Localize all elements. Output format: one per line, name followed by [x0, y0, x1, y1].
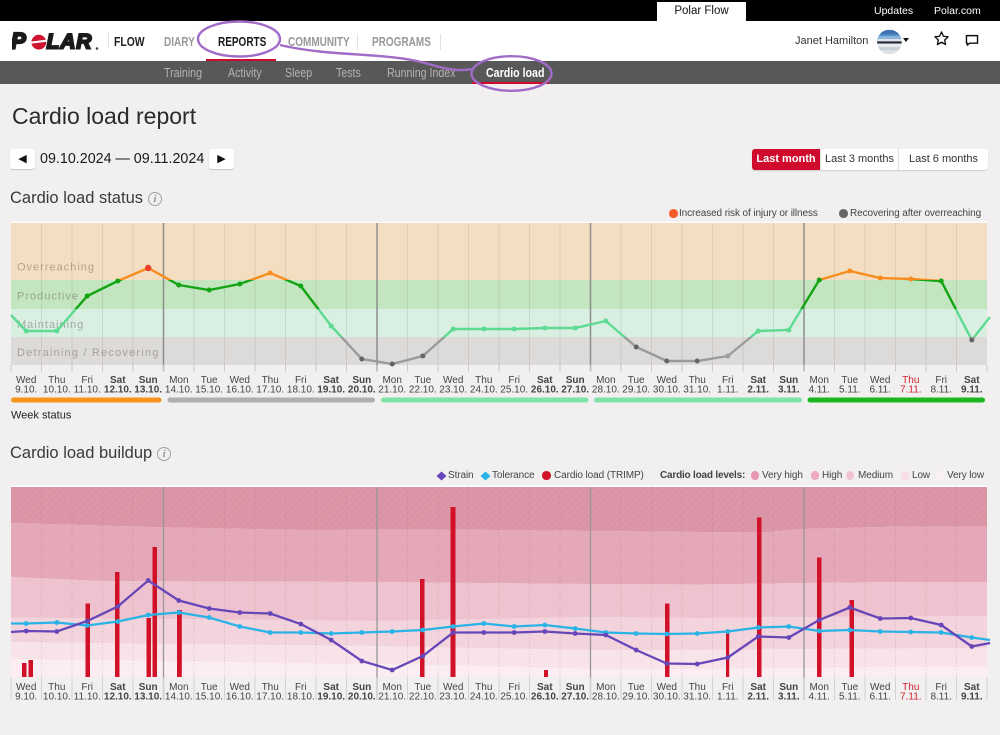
svg-text:28.10.: 28.10.: [592, 385, 620, 396]
svg-text:31.10.: 31.10.: [683, 385, 711, 396]
svg-text:27.10.: 27.10.: [561, 385, 589, 396]
svg-text:8.11.: 8.11.: [930, 385, 952, 396]
svg-text:25.10.: 25.10.: [500, 385, 528, 396]
svg-text:9.11.: 9.11.: [961, 692, 983, 703]
svg-text:30.10.: 30.10.: [653, 385, 681, 396]
svg-text:15.10.: 15.10.: [195, 385, 223, 396]
svg-text:24.10.: 24.10.: [470, 385, 498, 396]
svg-text:21.10.: 21.10.: [378, 385, 406, 396]
svg-text:3.11.: 3.11.: [778, 692, 800, 703]
svg-text:25.10.: 25.10.: [500, 692, 528, 703]
svg-text:27.10.: 27.10.: [561, 692, 589, 703]
svg-text:22.10.: 22.10.: [409, 692, 437, 703]
svg-text:4.11.: 4.11.: [808, 385, 830, 396]
svg-text:12.10.: 12.10.: [104, 385, 132, 396]
svg-text:15.10.: 15.10.: [195, 692, 223, 703]
svg-text:16.10.: 16.10.: [226, 385, 254, 396]
svg-text:1.11.: 1.11.: [717, 692, 739, 703]
svg-text:Overreaching: Overreaching: [17, 262, 95, 274]
svg-text:16.10.: 16.10.: [226, 692, 254, 703]
svg-text:13.10.: 13.10.: [134, 385, 162, 396]
svg-text:Week status: Week status: [11, 410, 72, 420]
svg-text:9.10.: 9.10.: [15, 692, 37, 703]
svg-text:7.11.: 7.11.: [900, 385, 922, 396]
svg-text:8.11.: 8.11.: [930, 692, 952, 703]
svg-text:7.11.: 7.11.: [900, 692, 922, 703]
svg-text:10.10.: 10.10.: [43, 692, 71, 703]
svg-text:23.10.: 23.10.: [439, 385, 467, 396]
svg-text:14.10.: 14.10.: [165, 692, 193, 703]
svg-text:9.10.: 9.10.: [15, 385, 37, 396]
svg-text:24.10.: 24.10.: [470, 692, 498, 703]
svg-text:20.10.: 20.10.: [348, 385, 376, 396]
svg-text:1.11.: 1.11.: [717, 385, 739, 396]
svg-text:13.10.: 13.10.: [134, 692, 162, 703]
svg-text:3.11.: 3.11.: [778, 385, 800, 396]
svg-text:9.11.: 9.11.: [961, 385, 983, 396]
svg-text:30.10.: 30.10.: [653, 692, 681, 703]
svg-text:23.10.: 23.10.: [439, 692, 467, 703]
svg-text:2.11.: 2.11.: [747, 385, 769, 396]
svg-text:31.10.: 31.10.: [683, 692, 711, 703]
svg-text:26.10.: 26.10.: [531, 385, 559, 396]
svg-text:21.10.: 21.10.: [378, 692, 406, 703]
svg-text:17.10.: 17.10.: [256, 692, 284, 703]
svg-text:5.11.: 5.11.: [839, 692, 861, 703]
svg-text:5.11.: 5.11.: [839, 385, 861, 396]
svg-text:18.10.: 18.10.: [287, 692, 315, 703]
svg-text:22.10.: 22.10.: [409, 385, 437, 396]
svg-text:19.10.: 19.10.: [317, 385, 345, 396]
svg-text:28.10.: 28.10.: [592, 692, 620, 703]
svg-text:LAR: LAR: [47, 31, 93, 54]
svg-text:6.11.: 6.11.: [869, 385, 891, 396]
svg-text:18.10.: 18.10.: [287, 385, 315, 396]
svg-text:Detraining / Recovering: Detraining / Recovering: [17, 347, 160, 359]
svg-text:29.10.: 29.10.: [622, 385, 650, 396]
svg-text:12.10.: 12.10.: [104, 692, 132, 703]
svg-text:4.11.: 4.11.: [808, 692, 830, 703]
svg-text:29.10.: 29.10.: [622, 692, 650, 703]
svg-text:2.11.: 2.11.: [747, 692, 769, 703]
svg-text:11.10.: 11.10.: [74, 385, 101, 396]
svg-text:11.10.: 11.10.: [74, 692, 101, 703]
svg-text:6.11.: 6.11.: [869, 692, 891, 703]
svg-text:10.10.: 10.10.: [43, 385, 71, 396]
svg-text:17.10.: 17.10.: [256, 385, 284, 396]
svg-text:20.10.: 20.10.: [348, 692, 376, 703]
svg-text:26.10.: 26.10.: [531, 692, 559, 703]
svg-text:Productive: Productive: [17, 291, 79, 303]
svg-text:19.10.: 19.10.: [317, 692, 345, 703]
svg-text:14.10.: 14.10.: [165, 385, 193, 396]
svg-text:P: P: [12, 29, 26, 54]
